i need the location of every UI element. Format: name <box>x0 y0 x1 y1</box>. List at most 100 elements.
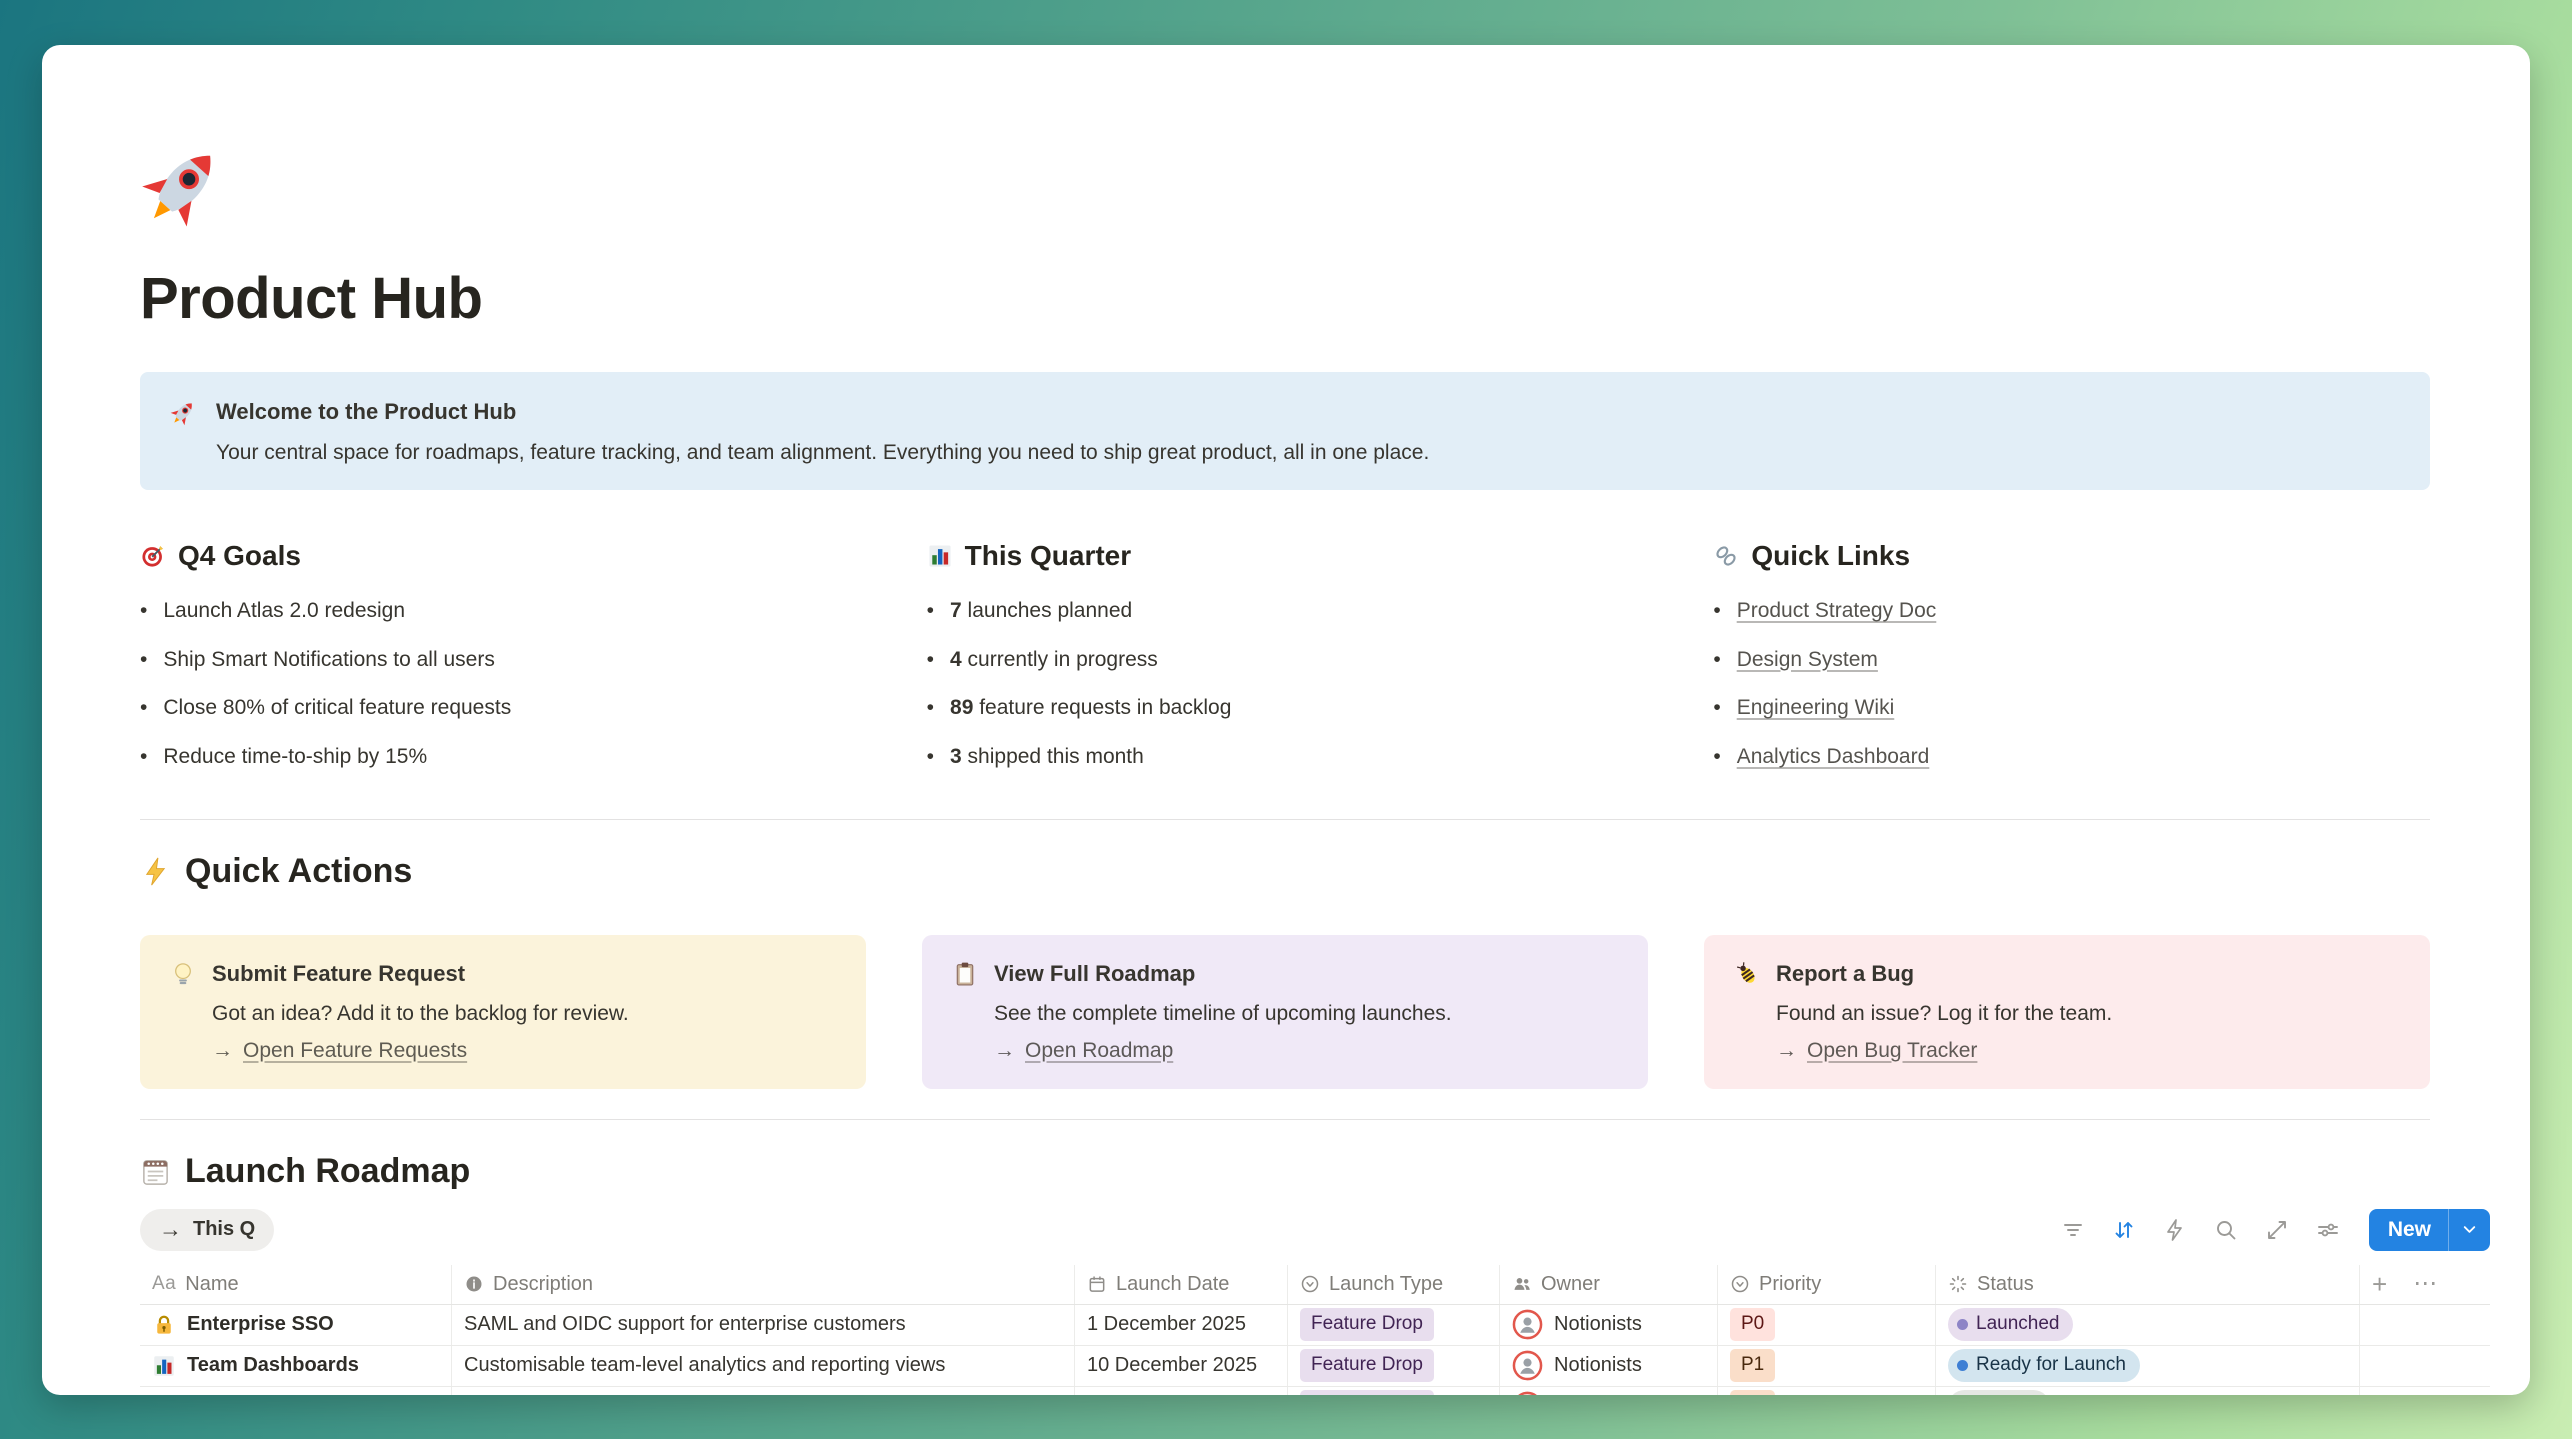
bug-icon <box>1734 961 1760 987</box>
section-title: Quick Links <box>1751 540 1910 572</box>
lock-icon <box>152 1313 176 1337</box>
card-title: Report a Bug <box>1776 961 1914 987</box>
divider <box>140 819 2430 820</box>
link-analytics-dashboard[interactable]: Analytics Dashboard <box>1737 740 1930 775</box>
column-header-priority[interactable]: Priority <box>1718 1265 1936 1304</box>
list-item: •Ship Smart Notifications to all users <box>140 643 857 678</box>
card-body: See the complete timeline of upcoming la… <box>994 1002 1618 1026</box>
new-dropdown[interactable] <box>2448 1209 2490 1251</box>
status-dot <box>1957 1360 1968 1371</box>
column-header-status[interactable]: Status <box>1936 1265 2360 1304</box>
section-title: Q4 Goals <box>178 540 301 572</box>
open-roadmap-link[interactable]: Open Roadmap <box>1025 1039 1173 1063</box>
table-row[interactable]: Team Dashboards Customisable team-level … <box>140 1346 2490 1387</box>
table-row[interactable]: Smart Notifications AI-powered notificat… <box>140 1387 2490 1395</box>
bulb-icon <box>170 961 196 987</box>
row-launch-date: 15 December 2025 <box>1075 1387 1288 1395</box>
column-header-launch-type[interactable]: Launch Type <box>1288 1265 1500 1304</box>
row-launch-date: 10 December 2025 <box>1075 1346 1288 1386</box>
priority-badge: P1 <box>1730 1349 1775 1382</box>
filter-icon[interactable] <box>2061 1218 2085 1242</box>
list-item: •4 currently in progress <box>927 643 1644 678</box>
status-badge: Launched <box>1948 1308 2073 1341</box>
link-design-system[interactable]: Design System <box>1737 643 1878 678</box>
column-header-description[interactable]: Description <box>452 1265 1075 1304</box>
card-body: Got an idea? Add it to the backlog for r… <box>212 1002 836 1026</box>
divider <box>140 1119 2430 1120</box>
row-launch-date: 1 December 2025 <box>1075 1305 1288 1345</box>
select-icon <box>1300 1274 1320 1294</box>
quick-links-column: Quick Links •Product Strategy Doc •Desig… <box>1713 540 2430 789</box>
more-options-button[interactable]: ⋯ <box>2413 1272 2438 1296</box>
search-icon[interactable] <box>2214 1218 2238 1242</box>
card-title: Submit Feature Request <box>212 961 465 987</box>
view-tab-this-q[interactable]: → This Q <box>140 1209 274 1251</box>
calendar-icon <box>1087 1274 1107 1294</box>
priority-badge: P1 <box>1730 1390 1775 1395</box>
new-button[interactable]: New <box>2369 1209 2490 1251</box>
header-extra: + ⋯ <box>2360 1265 2490 1304</box>
link-product-strategy-doc[interactable]: Product Strategy Doc <box>1737 594 1937 629</box>
open-bug-tracker-link[interactable]: Open Bug Tracker <box>1807 1039 1977 1063</box>
launch-roadmap-table: AaName Description Launch Date Launch Ty… <box>140 1265 2490 1395</box>
zap-icon[interactable] <box>2163 1218 2187 1242</box>
arrow-right-icon: → <box>1776 1039 1797 1063</box>
list-item: •3 shipped this month <box>927 740 1644 775</box>
add-column-button[interactable]: + <box>2372 1271 2387 1297</box>
report-a-bug-card: Report a Bug Found an issue? Log it for … <box>1704 935 2430 1089</box>
list-item: •Close 80% of critical feature requests <box>140 691 857 726</box>
list-item: •Reduce time-to-ship by 15% <box>140 740 857 775</box>
chevron-down-icon <box>2460 1220 2479 1239</box>
table-header-row: AaName Description Launch Date Launch Ty… <box>140 1265 2490 1305</box>
open-feature-requests-link[interactable]: Open Feature Requests <box>243 1039 467 1063</box>
priority-badge: P0 <box>1730 1308 1775 1341</box>
column-header-launch-date[interactable]: Launch Date <box>1075 1265 1288 1304</box>
q4-goals-column: Q4 Goals •Launch Atlas 2.0 redesign •Shi… <box>140 540 857 789</box>
card-body: Found an issue? Log it for the team. <box>1776 1002 2400 1026</box>
section-title: This Quarter <box>965 540 1131 572</box>
status-dot <box>1957 1319 1968 1330</box>
row-description: SAML and OIDC support for enterprise cus… <box>452 1305 1075 1345</box>
list-item: •Design System <box>1713 643 2430 678</box>
row-name: Team Dashboards <box>187 1354 359 1377</box>
list-item: •7 launches planned <box>927 594 1644 629</box>
page-icon[interactable] <box>140 145 2430 229</box>
arrow-right-icon: → <box>212 1039 233 1063</box>
info-icon <box>464 1274 484 1294</box>
row-description: Customisable team-level analytics and re… <box>452 1346 1075 1386</box>
target-icon <box>140 543 166 569</box>
rocket-icon <box>170 400 196 426</box>
expand-icon[interactable] <box>2265 1218 2289 1242</box>
bar-chart-icon <box>927 543 953 569</box>
quick-actions-heading: Quick Actions <box>140 852 2430 891</box>
spiral-calendar-icon <box>140 1156 171 1187</box>
status-badge: Testing <box>1948 1390 2050 1395</box>
view-tab-label: This Q <box>193 1218 255 1241</box>
status-badge: Ready for Launch <box>1948 1349 2140 1382</box>
table-row[interactable]: Enterprise SSO SAML and OIDC support for… <box>140 1305 2490 1346</box>
list-item: •Product Strategy Doc <box>1713 594 2430 629</box>
row-extra <box>2360 1387 2490 1395</box>
owner-name: Notionists <box>1554 1354 1642 1377</box>
sort-icon[interactable] <box>2112 1218 2136 1242</box>
launch-type-badge: Feature Drop <box>1300 1349 1434 1382</box>
new-button-label[interactable]: New <box>2369 1209 2448 1251</box>
launch-type-badge: Feature Drop <box>1300 1308 1434 1341</box>
welcome-callout: Welcome to the Product Hub Your central … <box>140 372 2430 490</box>
list-item: •Engineering Wiki <box>1713 691 2430 726</box>
arrow-right-icon: → <box>159 1216 182 1243</box>
clipboard-icon <box>952 961 978 987</box>
page-card: Product Hub Welcome to the Product Hub Y… <box>42 45 2530 1395</box>
card-title: View Full Roadmap <box>994 961 1195 987</box>
bar-chart-icon <box>152 1354 176 1378</box>
settings-icon[interactable] <box>2316 1218 2340 1242</box>
text-icon: Aa <box>152 1273 176 1295</box>
launch-roadmap-heading: Launch Roadmap <box>140 1152 2430 1191</box>
submit-feature-request-card: Submit Feature Request Got an idea? Add … <box>140 935 866 1089</box>
row-name: Enterprise SSO <box>187 1313 334 1336</box>
people-icon <box>1512 1274 1532 1294</box>
column-header-owner[interactable]: Owner <box>1500 1265 1718 1304</box>
row-description: AI-powered notification preferences and … <box>452 1387 1075 1395</box>
column-header-name[interactable]: AaName <box>140 1265 452 1304</box>
link-engineering-wiki[interactable]: Engineering Wiki <box>1737 691 1895 726</box>
